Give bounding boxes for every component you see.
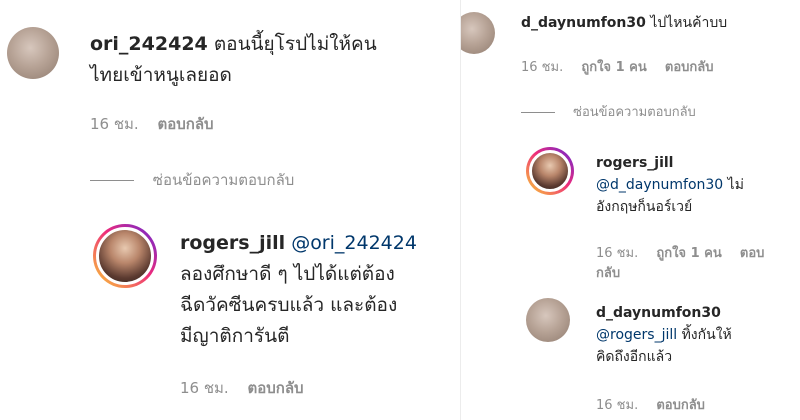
reply-text-line2: คิดถึงอีกแล้ว (596, 349, 673, 365)
hide-replies-label: ซ่อนข้อความตอบกลับ (152, 171, 295, 189)
comment-meta: 16 ชม. ถูกใจ 1 คน ตอบกลับ (521, 56, 727, 77)
hide-replies-label: ซ่อนข้อความตอบกลับ (573, 105, 696, 120)
avatar-rogers-jill[interactable] (93, 224, 157, 288)
comment-timestamp: 16 ชม. (521, 60, 564, 75)
username-rogers-jill[interactable]: rogers_jill (596, 152, 796, 174)
comment-d-daynumfon30: d_daynumfon30 ไปไหนค้าบบ (521, 12, 791, 34)
reply-text-line2: อังกฤษก็นอร์เวย์ (596, 199, 693, 215)
avatar-photo (529, 150, 571, 192)
reply-d-daynumfon30: d_daynumfon30 @rogers_jill ทิ้งกันให้ คิ… (596, 302, 796, 368)
avatar-d-daynumfon30[interactable] (526, 298, 570, 342)
divider-line (521, 112, 555, 113)
reply-button[interactable]: ตอบกลับ (665, 60, 714, 75)
left-comment-panel: ori_242424 ตอนนี้ยุโรปไม่ให้คน ไทยเข้าหน… (0, 0, 455, 420)
reply-timestamp: 16 ชม. (180, 379, 229, 397)
reply-text-line1: ลองศึกษาดี ๆ ไปได้แต่ต้อง (180, 263, 395, 285)
avatar-photo (96, 227, 154, 285)
reply-text-line2: ฉีดวัคซีนครบแล้ว และต้อง (180, 294, 398, 316)
reply-text-tail: ทิ้งกันให้ (681, 327, 732, 343)
reply-text-tail: ไม่ (727, 177, 744, 193)
reply-text-line3: มีญาติการันตี (180, 325, 290, 347)
reply-meta: 16 ชม. ตอบกลับ (596, 394, 719, 415)
likes-count[interactable]: ถูกใจ 1 คน (581, 60, 646, 75)
reply-button[interactable]: ตอบกลับ (656, 398, 705, 413)
reply-button[interactable]: ตอบกลับ (247, 379, 303, 397)
mention-link[interactable]: @d_daynumfon30 (596, 177, 723, 193)
avatar-d-daynumfon30[interactable] (461, 12, 495, 54)
likes-count[interactable]: ถูกใจ 1 คน (656, 246, 721, 261)
hide-replies-button[interactable]: ซ่อนข้อความตอบกลับ (90, 168, 294, 192)
mention-link[interactable]: @ori_242424 (291, 232, 417, 254)
avatar-rogers-jill[interactable] (526, 147, 574, 195)
username-ori-242424[interactable]: ori_242424 (90, 33, 208, 55)
right-comment-panel: d_daynumfon30 ไปไหนค้าบบ 16 ชม. ถูกใจ 1 … (460, 0, 800, 420)
username-rogers-jill[interactable]: rogers_jill (180, 232, 285, 254)
comment-text-line2: ไทยเข้าหนูเลยอด (90, 64, 232, 86)
comment-text-line1: ตอนนี้ยุโรปไม่ให้คน (213, 33, 377, 55)
comment-meta: 16 ชม. ตอบกลับ (90, 112, 228, 136)
reply-timestamp: 16 ชม. (596, 398, 639, 413)
hide-replies-button[interactable]: ซ่อนข้อความตอบกลับ (521, 101, 696, 122)
mention-link[interactable]: @rogers_jill (596, 327, 677, 343)
avatar-ori-242424[interactable] (7, 27, 59, 79)
reply-rogers-jill: rogers_jill @ori_242424 ลองศึกษาดี ๆ ไปไ… (180, 228, 450, 352)
username-d-daynumfon30[interactable]: d_daynumfon30 (596, 302, 796, 324)
reply-button[interactable]: ตอบกลับ (157, 115, 213, 133)
username-d-daynumfon30[interactable]: d_daynumfon30 (521, 15, 646, 31)
comment-ori-242424: ori_242424 ตอนนี้ยุโรปไม่ให้คน ไทยเข้าหน… (90, 29, 440, 91)
reply-meta: 16 ชม. ถูกใจ 1 คน ตอบกลับ (596, 244, 796, 284)
divider-line (90, 180, 134, 181)
reply-rogers-jill: rogers_jill @d_daynumfon30 ไม่ อังกฤษก็น… (596, 152, 796, 218)
comment-text: ไปไหนค้าบบ (650, 15, 728, 31)
reply-meta: 16 ชม. ตอบกลับ (180, 376, 318, 400)
comment-timestamp: 16 ชม. (90, 115, 139, 133)
reply-timestamp: 16 ชม. (596, 246, 639, 261)
